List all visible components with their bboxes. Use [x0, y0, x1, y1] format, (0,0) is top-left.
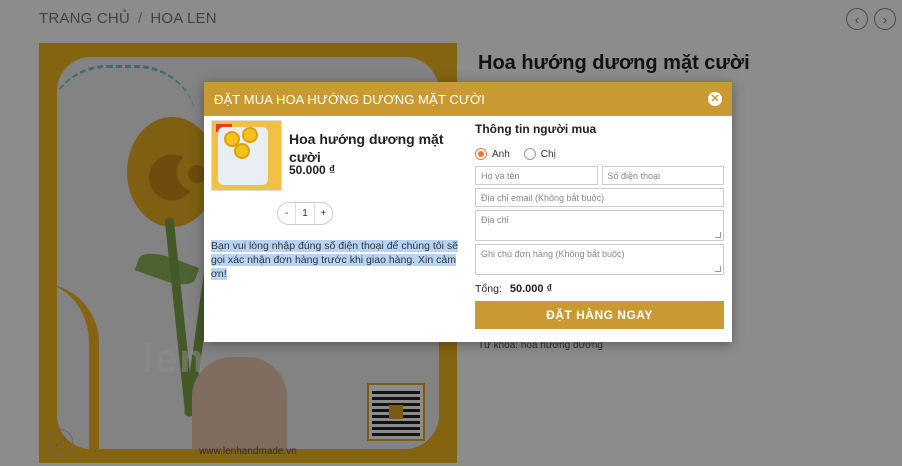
email-input[interactable]: Địa chỉ email (Không bắt buộc): [475, 188, 724, 207]
sunflower-shape: [242, 127, 258, 143]
close-icon[interactable]: ✕: [708, 92, 722, 106]
gender-radio-group: Anh Chị: [475, 148, 724, 160]
modal-title: ĐẶT MUA HOA HƯỚNG DƯƠNG MẶT CƯỜI: [214, 91, 485, 107]
total-label: Tổng:: [475, 283, 502, 295]
phone-input[interactable]: Số điện thoại: [601, 166, 724, 185]
total-value: 50.000 ₫: [509, 283, 553, 295]
quick-order-modal: ĐẶT MUA HOA HƯỚNG DƯƠNG MẶT CƯỜI ✕ Hoa h…: [204, 82, 732, 342]
quantity-plus-button[interactable]: +: [315, 208, 332, 219]
quantity-input[interactable]: 1: [295, 203, 315, 224]
gender-radio-anh[interactable]: Anh: [475, 148, 510, 160]
name-phone-row: Họ và tên Số điện thoại: [475, 166, 724, 185]
order-notice: Bạn vui lòng nhập đúng số điện thoại để …: [211, 239, 466, 281]
note-textarea[interactable]: Ghi chú đơn hàng (Không bắt buộc): [475, 244, 724, 275]
modal-header: ĐẶT MUA HOA HƯỚNG DƯƠNG MẶT CƯỜI ✕: [204, 82, 732, 116]
radio-selected-icon[interactable]: [475, 148, 487, 160]
address-textarea[interactable]: Địa chỉ: [475, 210, 724, 241]
order-total: Tổng: 50.000 ₫: [475, 283, 724, 295]
name-input[interactable]: Họ và tên: [475, 166, 598, 185]
gender-radio-chi[interactable]: Chị: [523, 148, 556, 160]
product-thumbnail: [211, 120, 282, 191]
order-notice-text: Bạn vui lòng nhập đúng số điện thoại để …: [211, 240, 458, 280]
gender-label-chi: Chị: [540, 148, 556, 160]
sunflower-shape: [234, 143, 250, 159]
radio-unselected-icon[interactable]: [523, 148, 536, 160]
quantity-stepper: - 1 +: [277, 202, 333, 225]
order-now-button[interactable]: ĐẶT HÀNG NGAY: [475, 301, 724, 329]
order-item-price: 50.000 ₫: [289, 163, 336, 177]
buyer-section-title: Thông tin người mua: [475, 122, 597, 136]
buyer-form: Thông tin người mua Anh Chị Họ và tên Số…: [475, 120, 724, 329]
quantity-minus-button[interactable]: -: [278, 208, 295, 219]
gender-label-anh: Anh: [492, 148, 510, 160]
order-item-name: Hoa hướng dương mặt cười: [289, 131, 444, 165]
